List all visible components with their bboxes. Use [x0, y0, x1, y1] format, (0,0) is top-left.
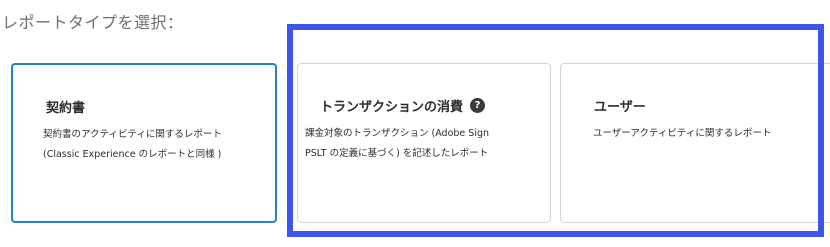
- card-description: ユーザーアクティビティに関するレポート: [593, 124, 771, 144]
- help-icon[interactable]: ?: [470, 98, 486, 113]
- report-card-transactions[interactable]: トランザクションの消費 ? 課金対象のトランザクション (Adobe Sign …: [297, 63, 551, 223]
- card-title: ユーザー: [594, 100, 646, 115]
- report-card-agreements[interactable]: 契約書 契約書のアクティビティに関するレポート (Classic Experie…: [11, 63, 277, 223]
- card-description-line: 課金対象のトランザクション (Adobe Sign: [305, 128, 490, 139]
- report-card-users[interactable]: ユーザー ユーザーアクティビティに関するレポート: [560, 63, 830, 223]
- page-heading: レポートタイプを選択：: [2, 13, 184, 32]
- card-description-line: (Classic Experience のレポートと同様 ): [43, 149, 222, 160]
- card-description: 課金対象のトランザクション (Adobe Sign PSLT の定義に基づく) …: [305, 124, 489, 164]
- card-title: 契約書: [46, 101, 86, 116]
- card-title-row: トランザクションの消費 ?: [320, 96, 486, 115]
- card-description-line: PSLT の定義に基づく) を記述したレポート: [305, 148, 489, 159]
- report-type-selector: レポートタイプを選択： 契約書 契約書のアクティビティに関するレポート (Cla…: [0, 0, 830, 247]
- card-description-line: ユーザーアクティビティに関するレポート: [593, 128, 772, 139]
- card-description: 契約書のアクティビティに関するレポート (Classic Experience …: [43, 125, 222, 165]
- card-title: トランザクションの消費: [320, 100, 464, 115]
- card-description-line: 契約書のアクティビティに関するレポート: [43, 129, 222, 140]
